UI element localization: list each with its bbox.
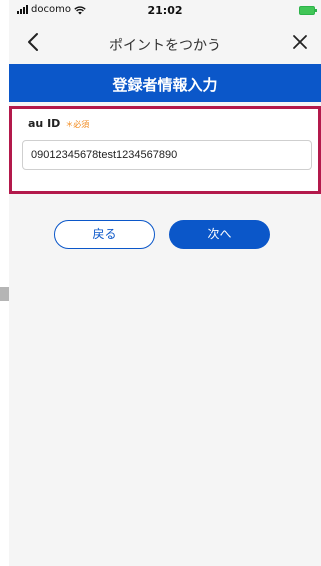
required-badge: ＊必須 [65,120,90,129]
status-time: 21:02 [147,4,183,17]
au-id-label-text: au ID [28,117,61,130]
au-id-input[interactable]: 09012345678test1234567890 [22,140,312,170]
page-title: 登録者情報入力 [112,76,218,94]
next-button[interactable]: 次へ [169,220,270,249]
nav-title: ポイントをつかう [109,38,221,54]
scroll-indicator [0,287,9,301]
status-bar: docomo 21:02 [9,0,321,22]
close-icon[interactable] [291,33,309,51]
page-header: 登録者情報入力 [9,64,321,102]
navigation-bar: ポイントをつかう [9,22,321,64]
au-id-label: au ID ＊必須 [28,117,89,130]
back-button[interactable]: 戻る [54,220,155,249]
battery-charging-icon [299,6,317,15]
